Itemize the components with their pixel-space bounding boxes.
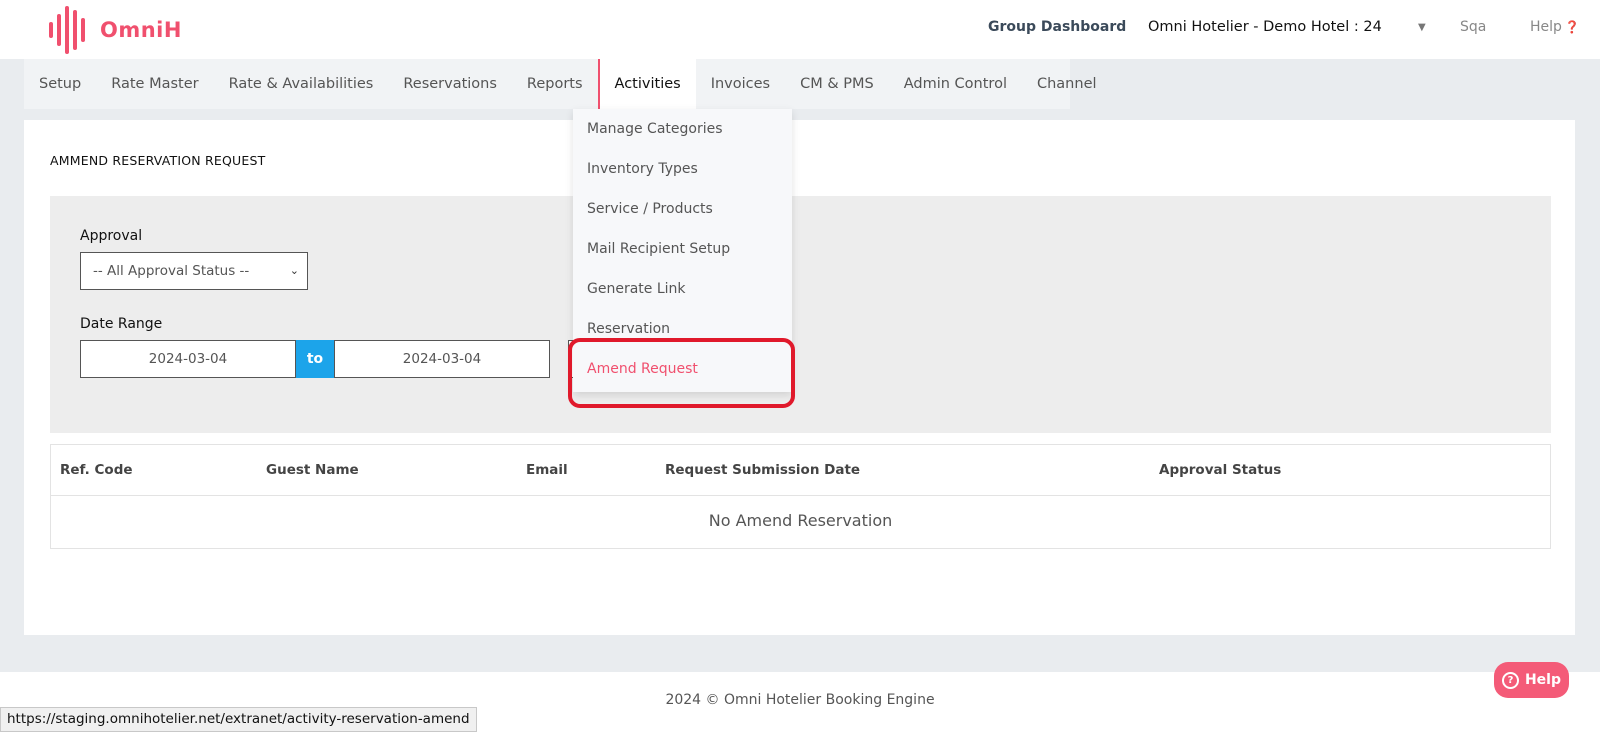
question-circle-icon: ❓ xyxy=(1564,20,1580,34)
table-header: Ref. Code Guest Name Email Request Submi… xyxy=(51,445,1550,496)
menu-item-inventory-types[interactable]: Inventory Types xyxy=(587,161,698,177)
top-header: OmniH Group Dashboard Omni Hotelier - De… xyxy=(0,0,1600,59)
nav-reports[interactable]: Reports xyxy=(512,59,598,109)
help-button-label: Help xyxy=(1524,672,1562,688)
nav-rate-availabilities[interactable]: Rate & Availabilities xyxy=(214,59,389,109)
chevron-down-icon: ⌄ xyxy=(289,264,299,277)
col-request-date: Request Submission Date xyxy=(665,462,861,478)
date-from-input[interactable]: 2024-03-04 xyxy=(80,340,296,378)
nav-activities[interactable]: Activities xyxy=(597,59,696,109)
nav-channel[interactable]: Channel xyxy=(1022,59,1112,109)
menu-item-service-products[interactable]: Service / Products xyxy=(587,201,713,217)
help-floating-button[interactable]: ? Help xyxy=(1494,662,1569,698)
nav-setup[interactable]: Setup xyxy=(24,59,96,109)
col-approval-status: Approval Status xyxy=(1159,462,1282,478)
chevron-down-icon[interactable]: ▼ xyxy=(1418,22,1426,33)
nav-invoices[interactable]: Invoices xyxy=(696,59,785,109)
logo-text: OmniH xyxy=(100,18,182,42)
menu-item-reservation[interactable]: Reservation xyxy=(587,321,670,337)
menu-item-mail-recipient-setup[interactable]: Mail Recipient Setup xyxy=(587,241,730,257)
nav-admin-control[interactable]: Admin Control xyxy=(889,59,1022,109)
approval-label: Approval xyxy=(80,228,143,244)
nav-cm-pms[interactable]: CM & PMS xyxy=(785,59,889,109)
logo-bars-icon xyxy=(49,6,85,54)
status-bar-url: https://staging.omnihotelier.net/extrane… xyxy=(0,707,477,732)
date-to-input[interactable]: 2024-03-04 xyxy=(334,340,550,378)
omnih-logo[interactable]: OmniH xyxy=(48,6,182,54)
approval-status-select[interactable]: -- All Approval Status -- ⌄ xyxy=(80,252,308,290)
nav-rate-master[interactable]: Rate Master xyxy=(96,59,213,109)
filter-panel: Approval -- All Approval Status -- ⌄ Dat… xyxy=(50,196,1551,433)
user-menu[interactable]: Sqa xyxy=(1460,19,1486,35)
highlight-annotation xyxy=(568,338,795,408)
group-dashboard-link[interactable]: Group Dashboard xyxy=(988,19,1126,35)
menu-item-manage-categories[interactable]: Manage Categories xyxy=(587,121,723,137)
footer-copyright: 2024 © Omni Hotelier Booking Engine xyxy=(665,692,935,708)
content-card: AMMEND RESERVATION REQUEST Approval -- A… xyxy=(24,120,1575,635)
amend-table: Ref. Code Guest Name Email Request Submi… xyxy=(50,444,1551,549)
help-label: Help xyxy=(1530,19,1562,35)
empty-message: No Amend Reservation xyxy=(708,511,893,530)
col-ref-code: Ref. Code xyxy=(60,462,133,478)
page-title: AMMEND RESERVATION REQUEST xyxy=(50,153,266,168)
main-nav: Setup Rate Master Rate & Availabilities … xyxy=(24,59,1097,109)
col-email: Email xyxy=(526,462,568,478)
nav-reservations[interactable]: Reservations xyxy=(388,59,512,109)
col-guest-name: Guest Name xyxy=(266,462,359,478)
to-separator: to xyxy=(296,340,334,378)
question-icon: ? xyxy=(1501,671,1519,689)
hotel-selector[interactable]: Omni Hotelier - Demo Hotel : 24 xyxy=(1148,19,1382,35)
menu-item-generate-link[interactable]: Generate Link xyxy=(587,281,686,297)
help-link[interactable]: Help ❓ xyxy=(1530,19,1580,35)
date-range-label: Date Range xyxy=(80,316,163,332)
approval-select-value: -- All Approval Status -- xyxy=(93,263,250,279)
